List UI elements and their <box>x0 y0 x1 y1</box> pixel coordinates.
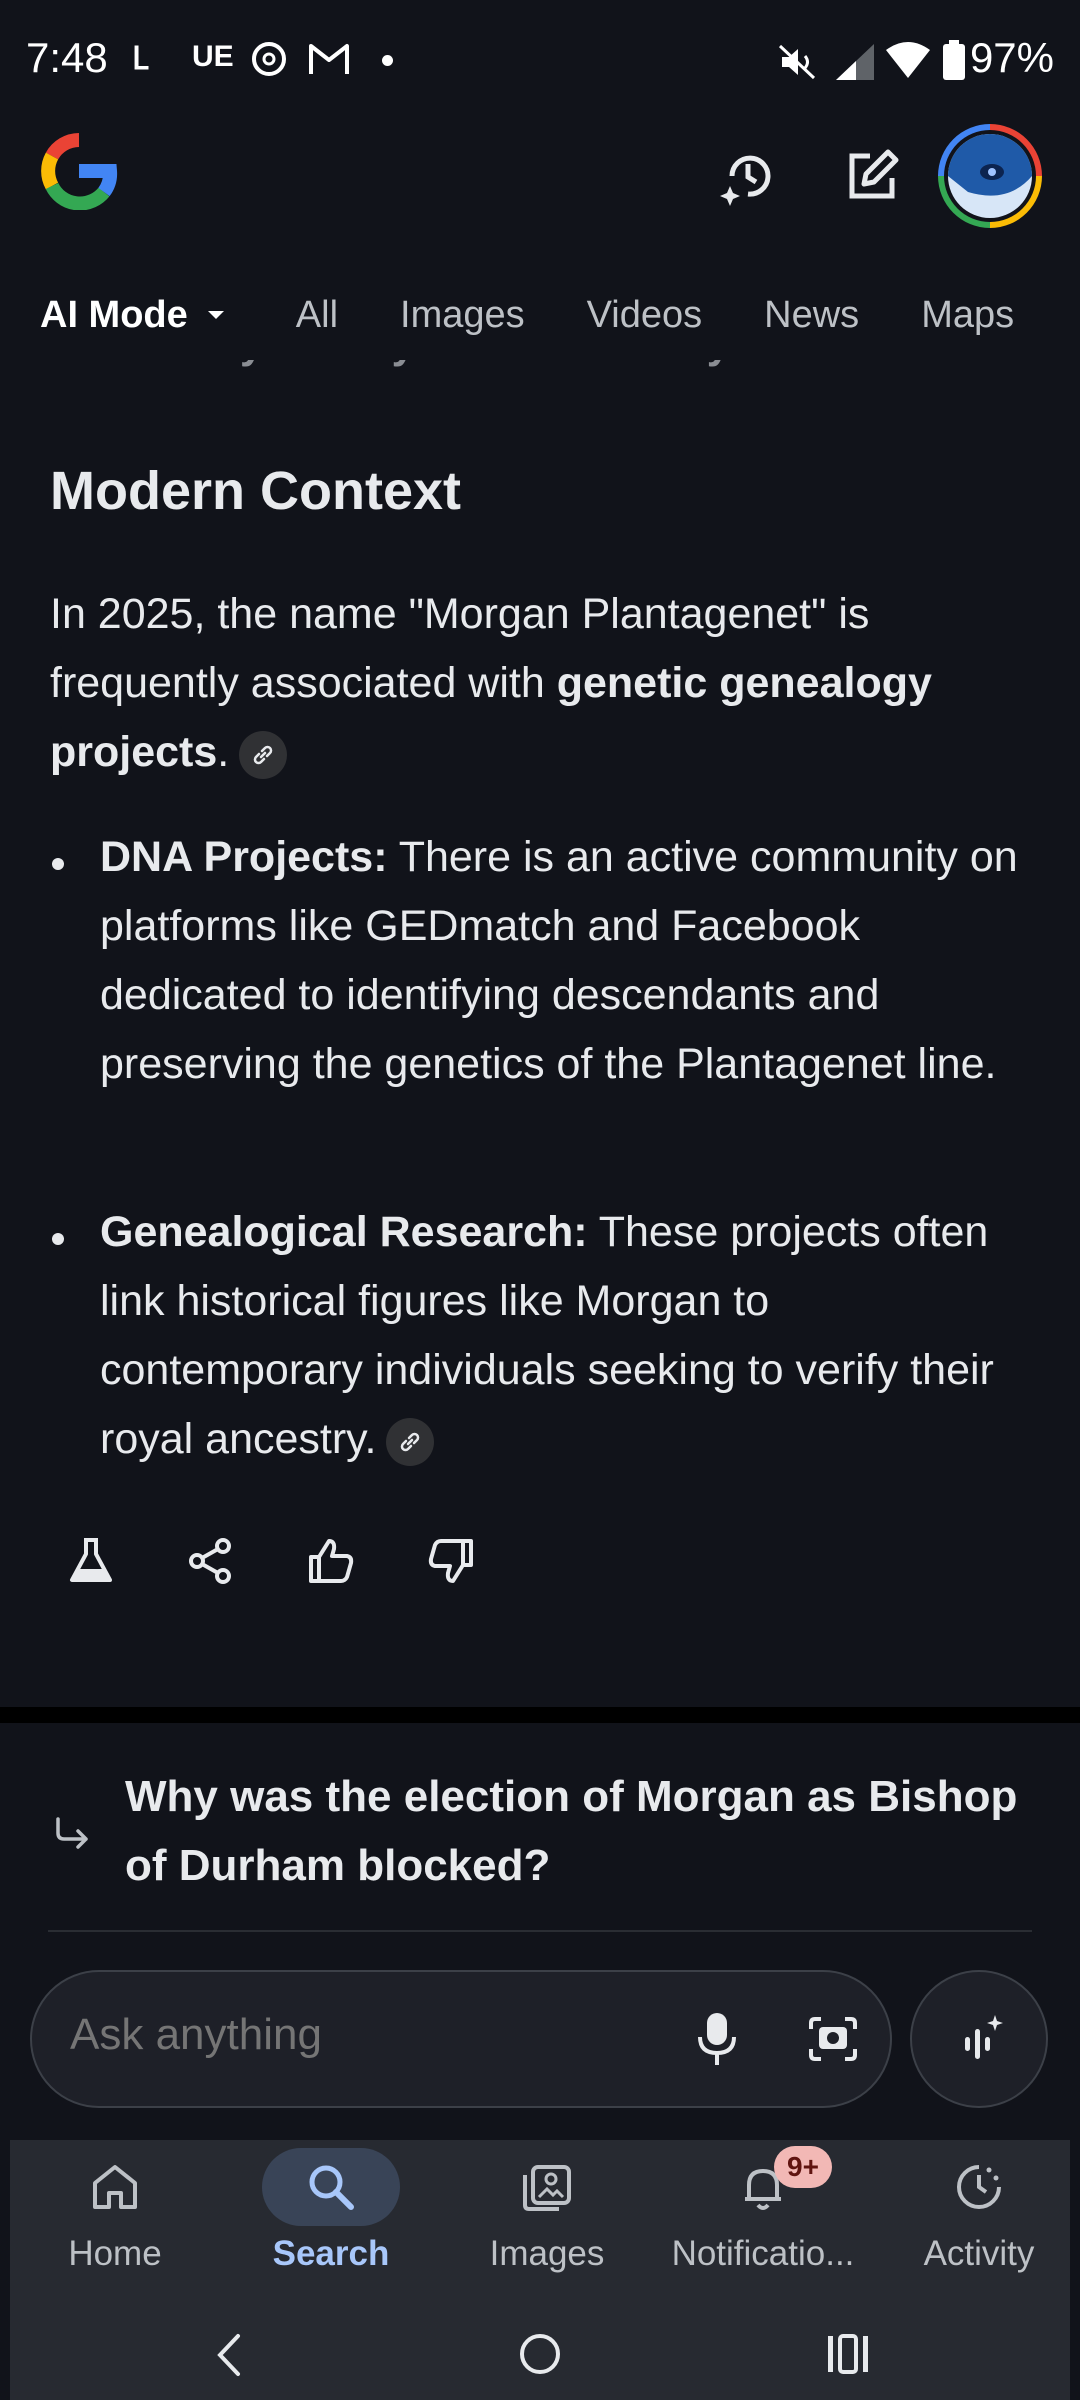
carrier-logo-icon: Ⳑ <box>132 40 149 76</box>
labs-button[interactable] <box>60 1530 122 1592</box>
mute-icon <box>778 44 816 80</box>
nav-images[interactable]: Images <box>442 2140 652 2310</box>
reply-arrow-icon <box>56 1817 88 1849</box>
nav-icon-container <box>478 2148 616 2226</box>
carrier-label: UE <box>192 40 234 73</box>
thumbs-up-icon <box>309 1539 354 1583</box>
list-item: Genealogical Research: These projects of… <box>100 1198 1030 1474</box>
avatar-image <box>948 134 1032 218</box>
bullet-label: DNA Projects: <box>100 833 388 881</box>
share-icon <box>189 1538 231 1584</box>
nav-label: Images <box>489 2234 605 2273</box>
tab-label: AI Mode <box>40 293 188 336</box>
clipped-previous-text: not defy the royal father for any reason <box>100 360 880 368</box>
back-icon[interactable] <box>210 2332 250 2378</box>
signal-icon <box>836 44 874 80</box>
nav-label: Home <box>68 2234 162 2273</box>
bottom-navigation: Home Search Images 9+ Notificatio... Act… <box>10 2140 1070 2310</box>
tab-news[interactable]: News <box>764 294 859 337</box>
status-time: 7:48 <box>26 34 108 81</box>
ai-response: not defy the royal father for any reason… <box>0 360 1080 1710</box>
flask-icon <box>70 1538 112 1582</box>
intro-paragraph: In 2025, the name "Morgan Plantagenet" i… <box>50 580 1010 787</box>
images-icon <box>523 2165 571 2211</box>
response-actions <box>60 1530 482 1592</box>
history-sparkle-icon <box>720 155 771 206</box>
microphone-icon <box>698 2013 736 2065</box>
section-heading: Modern Context <box>50 461 461 521</box>
nav-home[interactable]: Home <box>10 2140 220 2310</box>
follow-up-suggestion[interactable]: Why was the election of Morgan as Bishop… <box>0 1723 1080 1933</box>
tab-maps[interactable]: Maps <box>921 294 1014 337</box>
home-circle-icon[interactable] <box>516 2330 564 2378</box>
nav-notifications[interactable]: 9+ Notificatio... <box>658 2140 868 2310</box>
intro-end-text: . <box>217 728 230 776</box>
section-divider <box>0 1707 1080 1723</box>
account-avatar-button[interactable] <box>938 124 1042 228</box>
ai-history-button[interactable] <box>708 136 788 216</box>
battery-percentage: 97% <box>969 34 1054 81</box>
bullet-dot <box>52 858 64 870</box>
header <box>0 120 1080 270</box>
nav-label: Activity <box>923 2234 1035 2273</box>
nav-icon-container <box>910 2148 1048 2226</box>
edit-icon <box>849 149 899 199</box>
bullet-label: Genealogical Research: <box>100 1208 588 1256</box>
link-icon <box>253 745 273 764</box>
voice-search-button[interactable] <box>682 2004 752 2074</box>
nav-label: Search <box>272 2234 390 2273</box>
tab-images[interactable]: Images <box>400 294 525 337</box>
nav-search[interactable]: Search <box>226 2140 436 2310</box>
status-bar: 7:48 Ⳑ UE 97% <box>0 0 1080 120</box>
chevron-down-icon <box>207 311 224 319</box>
follow-up-question: Why was the election of Morgan as Bishop… <box>125 1772 1018 1890</box>
nav-icon-container: 9+ <box>694 2146 832 2226</box>
source-link-chip[interactable] <box>239 730 288 779</box>
thumbs-down-button[interactable] <box>420 1530 482 1592</box>
system-navigation-bar <box>10 2310 1070 2400</box>
share-button[interactable] <box>180 1530 242 1592</box>
nav-icon-container <box>46 2148 184 2226</box>
camera-lens-icon <box>809 2017 857 2061</box>
activity-icon <box>957 2165 1001 2209</box>
list-item: DNA Projects: There is an active communi… <box>100 823 1030 1099</box>
search-mode-tabs: AI Mode All Images Videos News Maps <box>0 270 1080 360</box>
bullet-dot <box>52 1233 64 1245</box>
thumbs-up-button[interactable] <box>300 1530 362 1592</box>
more-notifications-dot-icon <box>382 55 393 66</box>
source-link-chip[interactable] <box>386 1417 435 1466</box>
nav-activity[interactable]: Activity <box>874 2140 1080 2310</box>
tab-ai-mode[interactable]: AI Mode <box>40 294 234 337</box>
thumbs-down-icon <box>428 1539 473 1583</box>
search-icon <box>309 2165 354 2210</box>
lens-button[interactable] <box>798 2004 868 2074</box>
live-mode-button[interactable] <box>910 1970 1048 2108</box>
nav-label: Notificatio... <box>671 2234 855 2273</box>
ask-bar[interactable] <box>30 1970 892 2108</box>
nav-icon-container <box>262 2148 400 2226</box>
battery-icon <box>943 40 965 80</box>
recent-apps-icon[interactable] <box>824 2332 872 2376</box>
link-icon <box>401 1432 420 1451</box>
gmail-icon <box>309 44 349 74</box>
ask-input[interactable] <box>70 2010 630 2060</box>
divider <box>48 1930 1032 1932</box>
live-sparkle-icon <box>965 2015 1003 2059</box>
home-icon <box>93 2165 137 2209</box>
tab-videos[interactable]: Videos <box>587 294 703 337</box>
google-logo-icon[interactable] <box>40 132 118 210</box>
threads-icon <box>252 42 286 76</box>
tab-all[interactable]: All <box>296 294 338 337</box>
wifi-icon <box>886 42 930 78</box>
notification-badge: 9+ <box>774 2146 832 2188</box>
new-chat-button[interactable] <box>832 136 912 216</box>
